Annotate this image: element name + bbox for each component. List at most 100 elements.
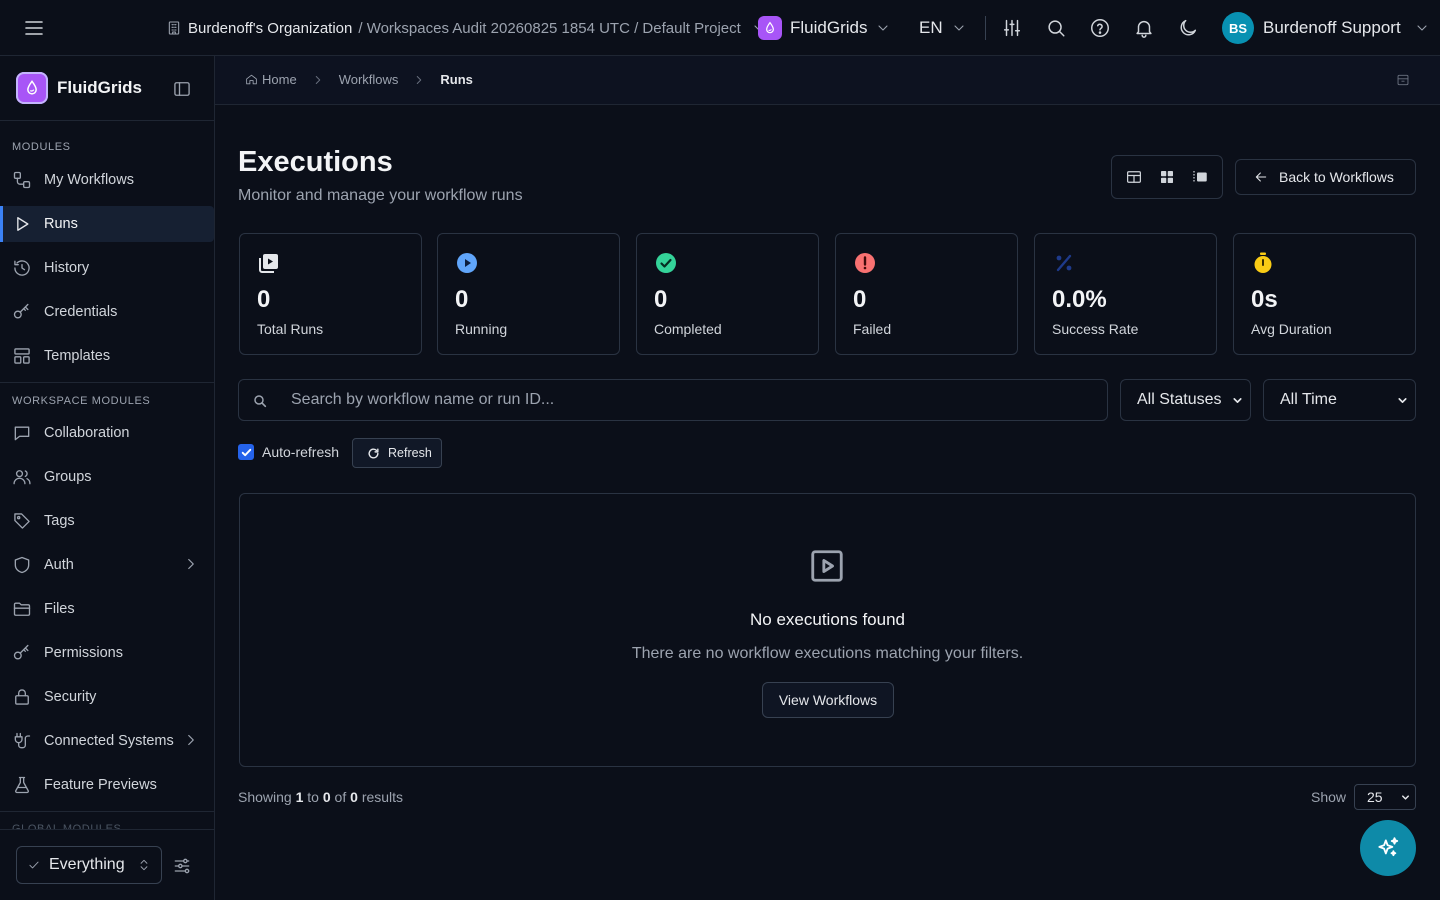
plug-icon: [12, 731, 32, 751]
building-icon: [166, 20, 182, 36]
stat-label: Total Runs: [257, 321, 324, 337]
sidebar-item-label: Security: [44, 689, 97, 705]
organization-name: Burdenoff's Organization: [188, 19, 353, 37]
stat-value: 0.0%: [1052, 286, 1107, 313]
sidebar-item-collaboration[interactable]: Collaboration: [0, 415, 214, 451]
grid-view-icon[interactable]: [1158, 168, 1176, 186]
sliders-icon[interactable]: [172, 856, 192, 876]
sidebar-item-security[interactable]: Security: [0, 679, 214, 715]
sidebar-item-connected-systems[interactable]: Connected Systems: [0, 723, 214, 759]
language-code: EN: [919, 18, 943, 37]
language-switcher[interactable]: EN: [919, 16, 967, 40]
sidebar-item-label: Tags: [44, 513, 75, 529]
auto-refresh-checkbox[interactable]: [238, 444, 254, 460]
time-filter-select[interactable]: All Time: [1263, 379, 1416, 421]
empty-state-title: No executions found: [750, 610, 905, 629]
chat-icon: [12, 423, 32, 443]
search-input[interactable]: [291, 380, 1091, 420]
sidebar-item-my-workflows[interactable]: My Workflows: [0, 162, 214, 198]
sidebar-item-label: Runs: [44, 216, 78, 232]
stat-value: 0: [455, 286, 469, 313]
sparkles-icon: [1375, 835, 1401, 861]
sidebar-item-auth[interactable]: Auth: [0, 547, 214, 583]
results-total: 0: [350, 789, 358, 805]
sidebar-item-feature-previews[interactable]: Feature Previews: [0, 767, 214, 803]
view-workflows-button[interactable]: View Workflows: [762, 682, 894, 718]
moon-icon[interactable]: [1177, 17, 1199, 39]
sidebar-item-credentials[interactable]: Credentials: [0, 294, 214, 330]
tag-icon: [12, 511, 32, 531]
sidebar-item-tags[interactable]: Tags: [0, 503, 214, 539]
flask-icon: [12, 775, 32, 795]
breadcrumb-home[interactable]: Home: [245, 72, 297, 87]
section-label-modules: MODULES: [12, 141, 71, 153]
user-menu[interactable]: BS Burdenoff Support: [1222, 12, 1430, 44]
play-icon: [12, 214, 32, 234]
avatar: BS: [1222, 12, 1254, 44]
chevron-down-icon: [1414, 20, 1430, 36]
sidebar-item-permissions[interactable]: Permissions: [0, 635, 214, 671]
sidebar: FluidGrids MODULES My Workflows Runs His…: [0, 56, 215, 900]
brand-name: FluidGrids: [57, 78, 142, 97]
scope-value: Everything: [49, 856, 125, 873]
sidebar-item-files[interactable]: Files: [0, 591, 214, 627]
divider: [0, 811, 214, 812]
page-size-label: Show: [1311, 789, 1347, 805]
ai-assistant-button[interactable]: [1360, 820, 1416, 876]
sidebar-item-label: Credentials: [44, 304, 118, 320]
stat-value: 0: [257, 286, 271, 313]
table-view-icon[interactable]: [1125, 168, 1143, 186]
executions-empty-state: No executions found There are no workflo…: [239, 493, 1416, 767]
chevron-down-icon: [951, 20, 967, 36]
back-to-workflows-button[interactable]: Back to Workflows: [1235, 159, 1416, 195]
help-icon[interactable]: [1089, 17, 1111, 39]
stat-card-avg-duration: 0s Avg Duration: [1233, 233, 1416, 355]
results-to-word: to: [307, 789, 319, 805]
stat-card-failed: 0 Failed: [835, 233, 1018, 355]
divider: [985, 16, 986, 40]
key-icon: [12, 643, 32, 663]
empty-state-description: There are no workflow executions matchin…: [631, 645, 1024, 662]
key-icon: [12, 302, 32, 322]
stat-card-success-rate: 0.0% Success Rate: [1034, 233, 1217, 355]
timeline-view-icon[interactable]: [1191, 168, 1209, 186]
chevron-down-icon: [1231, 394, 1244, 407]
sidebar-item-groups[interactable]: Groups: [0, 459, 214, 495]
search-icon: [252, 393, 268, 409]
menu-icon[interactable]: [22, 16, 46, 40]
sliders-icon[interactable]: [1001, 17, 1023, 39]
search-icon[interactable]: [1045, 17, 1067, 39]
breadcrumb-workflows[interactable]: Workflows: [339, 72, 399, 87]
sidebar-item-templates[interactable]: Templates: [0, 338, 214, 374]
users-icon: [12, 467, 32, 487]
search-field: [238, 379, 1108, 421]
organization-switcher[interactable]: Burdenoff's Organization / Workspaces Au…: [166, 18, 767, 38]
sidebar-item-history[interactable]: History: [0, 250, 214, 286]
bell-icon[interactable]: [1133, 17, 1155, 39]
sidebar-item-label: My Workflows: [44, 172, 134, 188]
sidebar-toggle-icon[interactable]: [172, 79, 192, 99]
refresh-button[interactable]: Refresh: [352, 438, 442, 468]
page-size-select[interactable]: 25: [1354, 784, 1416, 810]
breadcrumb-current: Runs: [440, 72, 473, 87]
check-icon: [27, 858, 41, 872]
fluidgrids-logo-icon: [16, 72, 48, 104]
divider: [0, 120, 214, 121]
view-mode-toggle: [1111, 155, 1223, 199]
time-filter-value: All Time: [1280, 391, 1337, 408]
arrow-left-icon: [1253, 169, 1269, 185]
status-filter-select[interactable]: All Statuses: [1120, 379, 1251, 421]
sidebar-item-runs[interactable]: Runs: [0, 206, 214, 242]
results-prefix: Showing: [238, 789, 292, 805]
app-switcher[interactable]: FluidGrids: [758, 16, 891, 40]
scope-select[interactable]: Everything: [16, 846, 162, 884]
chevron-right-icon: [311, 73, 325, 87]
auto-refresh-toggle[interactable]: Auto-refresh: [238, 444, 339, 460]
stat-label: Avg Duration: [1251, 321, 1332, 337]
sidebar-item-label: Connected Systems: [44, 733, 174, 749]
history-icon: [12, 258, 32, 278]
chevron-right-icon: [412, 73, 426, 87]
archive-icon[interactable]: [1396, 73, 1410, 87]
brand[interactable]: FluidGrids: [16, 72, 142, 104]
sidebar-item-label: History: [44, 260, 90, 276]
